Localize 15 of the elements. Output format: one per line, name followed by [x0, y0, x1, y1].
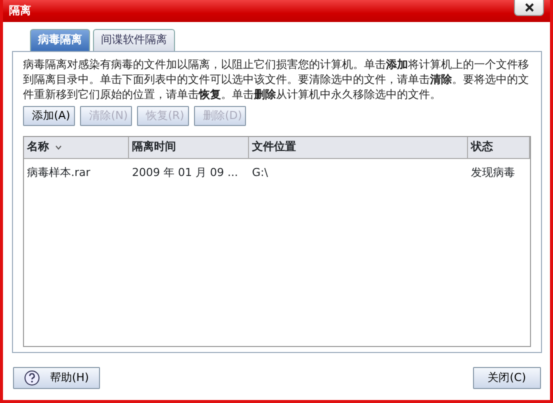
description-text: 病毒隔离对感染有病毒的文件加以隔离，以阻止它们损害您的计算机。单击添加将计算机上的一个文件移到隔离目录中。单击下面列表中的文件可以选中该文件。要清除选中的文件，请单击清除。要将选中的文件重新移到它们原始的位置，请单击恢复。单击删除从计算机中永久移除选中的文件。	[23, 56, 530, 102]
close-button[interactable]: 关闭(C)	[472, 366, 541, 389]
column-header[interactable]: 名称	[27, 139, 49, 156]
window-title: 隔离	[9, 2, 31, 19]
table-cell-text: G:\	[251, 164, 269, 180]
help-button[interactable]: 帮助(H)	[13, 366, 100, 389]
action-button[interactable]: 添加(A)	[23, 106, 75, 126]
close-button[interactable]	[514, 0, 544, 16]
close-icon	[524, 3, 534, 12]
table-cell-text: 发现病毒	[470, 164, 516, 180]
column-header[interactable]: 文件位置	[252, 139, 296, 156]
tab[interactable]: 间谍软件隔离	[93, 29, 175, 50]
table-cell-text: 病毒样本.rar	[26, 164, 92, 180]
help-icon	[24, 370, 40, 386]
table-cell-text: 2009 年 01 月 09 ...	[131, 164, 239, 180]
